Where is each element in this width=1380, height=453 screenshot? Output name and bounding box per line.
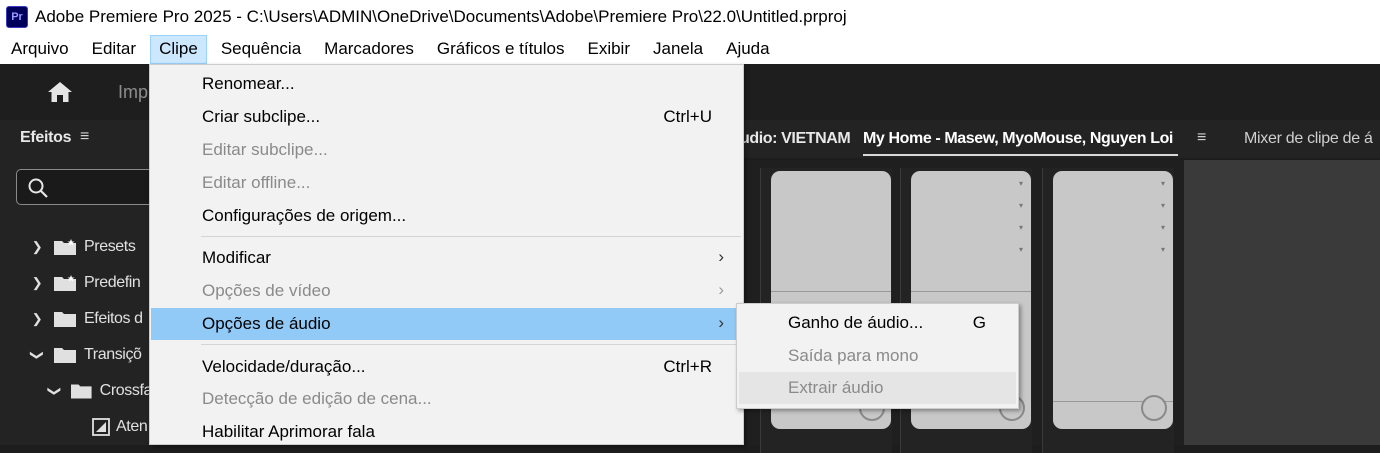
home-icon[interactable] — [46, 80, 74, 104]
menu-graficos-titulos[interactable]: Gráficos e títulos — [428, 35, 574, 64]
menu-item-label: Ganho de áudio... — [788, 313, 924, 332]
chevron-down-icon[interactable]: ❯ — [29, 348, 45, 362]
folder-icon — [54, 312, 76, 327]
tree-label-predefinicoes: Predefin — [84, 274, 141, 291]
premiere-app-icon: Pr — [6, 6, 28, 28]
search-icon — [28, 178, 48, 198]
folder-icon — [54, 348, 76, 363]
menu-separator — [201, 344, 741, 345]
window-title: Adobe Premiere Pro 2025 - C:\Users\ADMIN… — [35, 7, 847, 26]
panel-menu-icon[interactable]: ≡ — [1197, 129, 1206, 147]
submenu-item-saida-mono[interactable]: Saída para mono — [739, 340, 1016, 372]
menu-item-criar-subclipe[interactable]: Criar subclipe... Ctrl+U — [151, 101, 742, 133]
chevron-right-icon: › — [718, 280, 724, 299]
menu-clipe[interactable]: Clipe — [150, 34, 207, 64]
tree-item-atenuacao[interactable]: Aten — [0, 412, 152, 442]
menu-item-opcoes-video[interactable]: Opções de vídeo › — [151, 275, 742, 307]
effects-panel-menu-icon[interactable]: ≡ — [80, 128, 89, 146]
tab-sequence-active[interactable]: My Home - Masew, MyoMouse, Nguyen Loi — [863, 130, 1173, 148]
menu-item-velocidade-duracao[interactable]: Velocidade/duração... Ctrl+R — [151, 351, 742, 383]
audio-options-submenu: Ganho de áudio... G Saída para mono Extr… — [736, 303, 1019, 409]
menu-exibir[interactable]: Exibir — [578, 35, 639, 64]
chevron-right-icon[interactable]: ❯ — [30, 275, 44, 291]
effects-search-input[interactable] — [16, 169, 166, 205]
menu-item-opcoes-audio[interactable]: Opções de áudio › — [151, 308, 742, 340]
tab-source-audio[interactable]: udio: VIETNAM — [740, 130, 851, 148]
chevron-down-icon[interactable]: ❯ — [47, 384, 63, 397]
tree-label-presets: Presets — [84, 238, 136, 255]
menu-item-configuracoes-origem[interactable]: Configurações de origem... — [151, 200, 742, 232]
tree-item-efeitos[interactable]: ❯ Efeitos d — [0, 304, 152, 334]
effects-panel: Efeitos ≡ ❯ Presets ❯ Predefin ❯ Efeitos… — [0, 120, 166, 445]
effects-panel-title[interactable]: Efeitos — [20, 129, 72, 147]
clip-menu-dropdown: Renomear... Criar subclipe... Ctrl+U Edi… — [149, 64, 744, 445]
menu-item-label: Editar subclipe... — [202, 140, 328, 159]
menu-item-label: Criar subclipe... — [202, 107, 321, 126]
submenu-item-extrair-audio[interactable]: Extrair áudio — [739, 372, 1016, 404]
menu-item-editar-offline[interactable]: Editar offline... — [151, 167, 742, 199]
menu-item-shortcut: Ctrl+U — [663, 107, 712, 126]
menu-item-shortcut: Ctrl+R — [663, 357, 712, 376]
transition-icon — [92, 418, 110, 436]
panel-tab-bar: udio: VIETNAM My Home - Masew, MyoMouse,… — [740, 120, 1380, 158]
menu-marcadores[interactable]: Marcadores — [315, 35, 423, 64]
menu-editar[interactable]: Editar — [83, 35, 145, 64]
menu-item-modificar[interactable]: Modificar › — [151, 242, 742, 274]
menu-separator — [201, 236, 741, 237]
folder-icon — [71, 384, 92, 399]
active-tab-indicator — [863, 154, 1178, 156]
menu-item-label: Opções de áudio — [202, 314, 331, 333]
menu-item-label: Opções de vídeo — [202, 281, 331, 300]
menu-item-label: Renomear... — [202, 74, 295, 93]
tab-audio-clip-mixer[interactable]: Mixer de clipe de á — [1244, 130, 1373, 148]
menu-item-label: Extrair áudio — [788, 378, 884, 397]
menu-item-habilitar-aprimorar-fala[interactable]: Habilitar Aprimorar fala — [151, 416, 742, 448]
tree-item-transicoes[interactable]: ❯ Transiçõ — [0, 340, 152, 370]
menu-item-label: Editar offline... — [202, 173, 311, 192]
menu-sequencia[interactable]: Sequência — [212, 35, 310, 64]
menu-bar: Arquivo Editar Clipe Sequência Marcadore… — [0, 34, 1380, 64]
chevron-right-icon: › — [718, 247, 724, 266]
menu-item-editar-subclipe[interactable]: Editar subclipe... — [151, 134, 742, 166]
chevron-right-icon: › — [718, 313, 724, 332]
menu-item-shortcut: G — [972, 313, 986, 332]
mixer-channel-strip[interactable]: ▾ ▾ ▾ ▾ — [1042, 168, 1174, 453]
menu-item-label: Detecção de edição de cena... — [202, 389, 432, 408]
menu-item-label: Saída para mono — [788, 346, 919, 365]
fader-track[interactable]: ▾ ▾ ▾ ▾ — [1053, 171, 1173, 429]
menu-item-deteccao-edicao-cena[interactable]: Detecção de edição de cena... — [151, 383, 742, 415]
chevron-right-icon[interactable]: ❯ — [30, 239, 44, 255]
menu-item-label: Velocidade/duração... — [202, 357, 366, 376]
pan-knob-icon[interactable] — [1141, 395, 1167, 421]
tree-label-transicoes: Transiçõ — [84, 346, 142, 363]
tree-label-efeitos: Efeitos d — [84, 310, 143, 327]
menu-ajuda[interactable]: Ajuda — [717, 35, 778, 64]
menu-arquivo[interactable]: Arquivo — [2, 35, 78, 64]
menu-item-label: Configurações de origem... — [202, 206, 407, 225]
tree-item-crossfade[interactable]: ❯ Crossfa — [0, 376, 152, 406]
tree-label-atenuacao: Aten — [116, 418, 148, 435]
menu-janela[interactable]: Janela — [644, 35, 712, 64]
menu-item-renomear[interactable]: Renomear... — [151, 68, 742, 100]
menu-item-label: Modificar — [202, 248, 271, 267]
chevron-right-icon[interactable]: ❯ — [30, 311, 44, 327]
tree-label-crossfade: Crossfa — [99, 382, 152, 399]
tree-item-presets[interactable]: ❯ Presets — [0, 232, 152, 262]
mixer-empty-region — [1184, 160, 1380, 445]
title-bar: Pr Adobe Premiere Pro 2025 - C:\Users\AD… — [0, 0, 1380, 34]
submenu-item-ganho-audio[interactable]: Ganho de áudio... G — [739, 307, 1016, 339]
menu-item-label: Habilitar Aprimorar fala — [202, 422, 375, 441]
tree-item-predefinicoes[interactable]: ❯ Predefin — [0, 268, 152, 298]
import-tab-label[interactable]: Imp — [118, 82, 148, 103]
folder-star-icon — [54, 275, 76, 291]
folder-star-icon — [54, 239, 76, 255]
